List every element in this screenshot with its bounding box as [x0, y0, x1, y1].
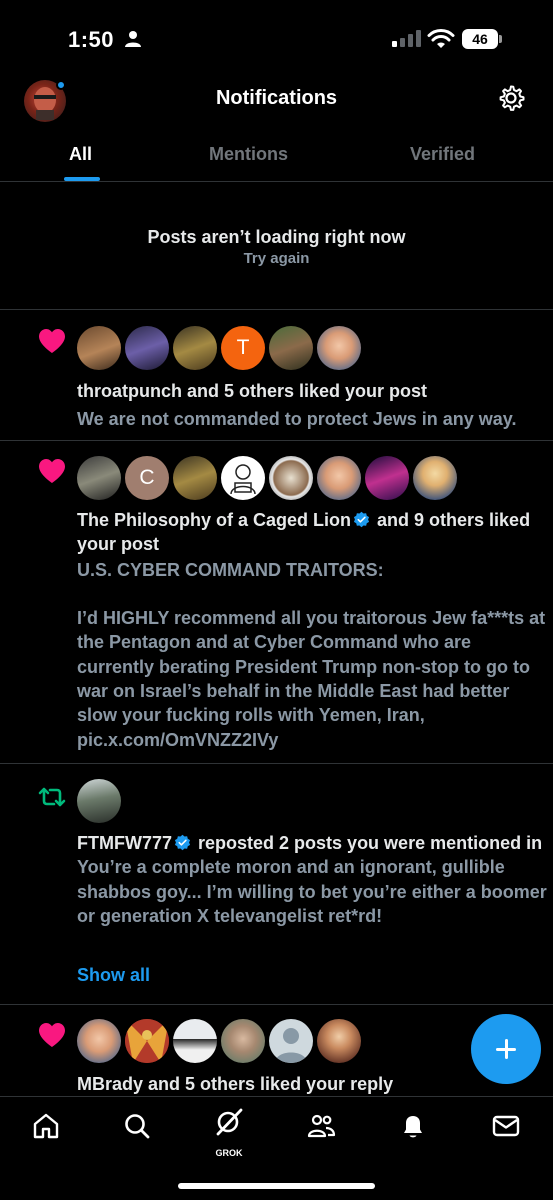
- heart-icon: [39, 459, 65, 483]
- header: Notifications: [0, 72, 553, 128]
- avatar[interactable]: [317, 326, 361, 370]
- avatar[interactable]: [173, 1019, 217, 1063]
- notification-item[interactable]: C The Philosophy of a Caged Lion and 9 o…: [0, 441, 553, 764]
- avatar[interactable]: [317, 1019, 361, 1063]
- notification-title: FTMFW777 reposted 2 posts you were menti…: [77, 833, 543, 853]
- home-icon[interactable]: [31, 1111, 61, 1141]
- tab-mentions[interactable]: Mentions: [209, 144, 288, 165]
- avatar[interactable]: [413, 456, 457, 500]
- verified-badge-icon: [174, 834, 191, 851]
- avatar[interactable]: [77, 1019, 121, 1063]
- avatar[interactable]: [77, 326, 121, 370]
- post-preview: U.S. CYBER COMMAND TRAITORS: I’d HIGHLY …: [77, 559, 546, 750]
- grok-icon: [216, 1108, 243, 1136]
- repost-icon: [38, 787, 66, 807]
- notification-content: MBrady and 5 others liked your reply: [77, 1072, 547, 1096]
- notification-title: The Philosophy of a Caged Lion and 9 oth…: [77, 510, 531, 555]
- grok-label: GROK: [215, 1148, 243, 1158]
- avatar[interactable]: [125, 1019, 169, 1063]
- gear-icon[interactable]: [497, 84, 525, 112]
- heart-icon: [39, 1023, 65, 1047]
- battery-level: 46: [462, 29, 498, 49]
- heart-icon: [39, 329, 65, 353]
- notification-item[interactable]: FTMFW777 reposted 2 posts you were menti…: [0, 764, 553, 1005]
- actor-name[interactable]: FTMFW777: [77, 833, 172, 853]
- battery-icon: 46: [462, 29, 502, 49]
- avatar[interactable]: [173, 456, 217, 500]
- tab-all[interactable]: All: [69, 144, 92, 165]
- post-preview: We are not commanded to protect Jews in …: [77, 409, 517, 430]
- notification-content: throatpunch and 5 others liked your post…: [77, 379, 547, 432]
- messages-icon[interactable]: [491, 1111, 521, 1141]
- notifications-icon[interactable]: [398, 1111, 428, 1141]
- avatar[interactable]: [173, 326, 217, 370]
- avatar[interactable]: T: [221, 326, 265, 370]
- wifi-icon: [427, 29, 455, 48]
- avatar[interactable]: [365, 456, 409, 500]
- loading-error: Posts aren’t loading right now Try again: [0, 182, 553, 310]
- search-icon[interactable]: [122, 1111, 152, 1141]
- avatar[interactable]: [269, 456, 313, 500]
- home-indicator: [178, 1183, 375, 1189]
- notification-item[interactable]: T throatpunch and 5 others liked your po…: [0, 310, 553, 441]
- avatar[interactable]: [221, 456, 265, 500]
- status-bar: 1:50 46: [0, 0, 553, 80]
- avatar[interactable]: [77, 456, 121, 500]
- try-again-link[interactable]: Try again: [0, 250, 553, 267]
- reposter-avatars: [77, 779, 121, 823]
- avatar[interactable]: [317, 456, 361, 500]
- cellular-signal-icon: [392, 30, 421, 47]
- avatar[interactable]: [269, 1019, 313, 1063]
- error-title: Posts aren’t loading right now: [147, 227, 406, 247]
- status-time: 1:50: [68, 27, 115, 52]
- notification-title: MBrady and 5 others liked your reply: [77, 1074, 394, 1094]
- verified-badge-icon: [353, 511, 370, 528]
- tab-verified[interactable]: Verified: [410, 144, 475, 165]
- notification-content: FTMFW777 reposted 2 posts you were menti…: [77, 831, 547, 928]
- page-title: Notifications: [215, 87, 338, 109]
- liker-avatars: C: [77, 456, 457, 500]
- communities-icon[interactable]: [306, 1111, 336, 1141]
- avatar[interactable]: [269, 326, 313, 370]
- actor-name[interactable]: The Philosophy of a Caged Lion: [77, 510, 351, 530]
- notification-tabs: All Mentions Verified: [0, 130, 553, 182]
- avatar[interactable]: [125, 326, 169, 370]
- post-preview: You’re a complete moron and an ignorant,…: [77, 857, 547, 926]
- compose-post-button[interactable]: [471, 1014, 541, 1084]
- avatar[interactable]: [77, 779, 121, 823]
- avatar[interactable]: C: [125, 456, 169, 500]
- show-all-link[interactable]: Show all: [77, 965, 150, 986]
- grok-button[interactable]: GROK: [214, 1107, 244, 1158]
- active-tab-indicator: [64, 177, 100, 181]
- notification-content: The Philosophy of a Caged Lion and 9 oth…: [77, 508, 547, 752]
- liker-avatars: T: [77, 326, 361, 370]
- person-icon: [125, 31, 141, 47]
- avatar[interactable]: [221, 1019, 265, 1063]
- notification-title: throatpunch and 5 others liked your post: [77, 381, 428, 401]
- liker-avatars: [77, 1019, 361, 1063]
